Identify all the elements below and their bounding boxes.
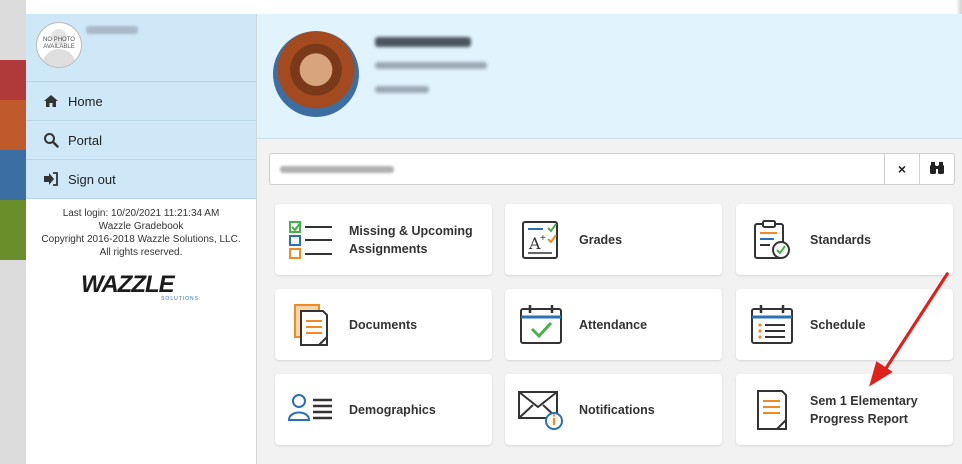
no-photo-text: NO PHOTO AVAILABLE xyxy=(43,37,75,50)
sidebar: NO PHOTO AVAILABLE Home Portal Sign out … xyxy=(26,14,257,464)
student-grade-redacted xyxy=(375,86,429,93)
grades-icon: A + xyxy=(517,217,565,263)
tile-label: Grades xyxy=(579,232,623,247)
wazzle-logo: WAZZLE SOLUTIONS xyxy=(81,271,199,302)
nav-portal-label: Portal xyxy=(68,132,102,148)
user-name-redacted xyxy=(86,26,138,34)
nav-portal[interactable]: Portal xyxy=(26,121,256,160)
nav-home[interactable]: Home xyxy=(26,82,256,121)
last-login: Last login: 10/20/2021 11:21:34 AM xyxy=(62,208,220,219)
sign-out-icon xyxy=(42,172,60,186)
rights: All rights reserved. xyxy=(99,247,183,258)
tile-missing-upcoming[interactable]: Missing & Upcoming Assignments xyxy=(275,204,492,275)
student-profile-header xyxy=(257,14,962,139)
find-button[interactable] xyxy=(919,154,954,184)
background-window-edge xyxy=(0,0,26,464)
documents-icon xyxy=(287,302,335,348)
tile-label: Notifications xyxy=(579,402,655,417)
avatar: NO PHOTO AVAILABLE xyxy=(36,22,82,68)
tile-attendance[interactable]: Attendance xyxy=(505,289,722,360)
nav-home-label: Home xyxy=(68,93,103,109)
search-value-redacted xyxy=(280,166,394,173)
search-icon xyxy=(42,132,60,148)
calendar-check-icon xyxy=(517,302,565,348)
student-name-redacted xyxy=(375,37,471,47)
checklist-icon xyxy=(287,217,335,263)
envelope-info-icon xyxy=(517,387,565,433)
calendar-list-icon xyxy=(748,302,796,348)
nav-sign-out-label: Sign out xyxy=(68,171,116,187)
tile-notifications[interactable]: Notifications xyxy=(505,374,722,445)
tile-label: Schedule xyxy=(810,317,866,332)
tile-documents[interactable]: Documents xyxy=(275,289,492,360)
tile-label: Missing & Upcoming Assignments xyxy=(349,223,473,256)
report-icon xyxy=(748,387,796,433)
clipboard-check-icon xyxy=(748,217,796,263)
tile-label: Documents xyxy=(349,317,418,332)
binoculars-icon xyxy=(929,161,945,178)
tile-standards[interactable]: Standards xyxy=(736,204,953,275)
tile-schedule[interactable]: Schedule xyxy=(736,289,953,360)
home-icon xyxy=(42,94,60,108)
person-list-icon xyxy=(287,387,335,433)
product-name: Wazzle Gradebook xyxy=(98,221,184,232)
student-search: × xyxy=(269,153,955,185)
tile-progress-report[interactable]: Sem 1 Elementary Progress Report xyxy=(736,374,953,445)
student-search-input[interactable] xyxy=(270,154,884,184)
clear-button[interactable]: × xyxy=(884,154,919,184)
login-info: Last login: 10/20/2021 11:21:34 AM Wazzl… xyxy=(26,199,256,259)
tile-demographics[interactable]: Demographics xyxy=(275,374,492,445)
student-school-redacted xyxy=(375,62,487,69)
tile-label: Standards xyxy=(810,232,872,247)
user-panel: NO PHOTO AVAILABLE xyxy=(26,14,256,82)
tile-label: Attendance xyxy=(579,317,648,332)
tile-grades[interactable]: A + Grades xyxy=(505,204,722,275)
main-content: × Missing & Upcoming Assignments A + Gra… xyxy=(257,14,962,464)
student-photo xyxy=(273,31,359,117)
copyright: Copyright 2016-2018 Wazzle Solutions, LL… xyxy=(41,234,241,245)
nav-sign-out[interactable]: Sign out xyxy=(26,160,256,199)
tile-label: Demographics xyxy=(349,402,436,417)
svg-text:+: + xyxy=(540,233,546,244)
tile-label: Sem 1 Elementary Progress Report xyxy=(810,393,918,426)
close-icon: × xyxy=(897,161,907,177)
